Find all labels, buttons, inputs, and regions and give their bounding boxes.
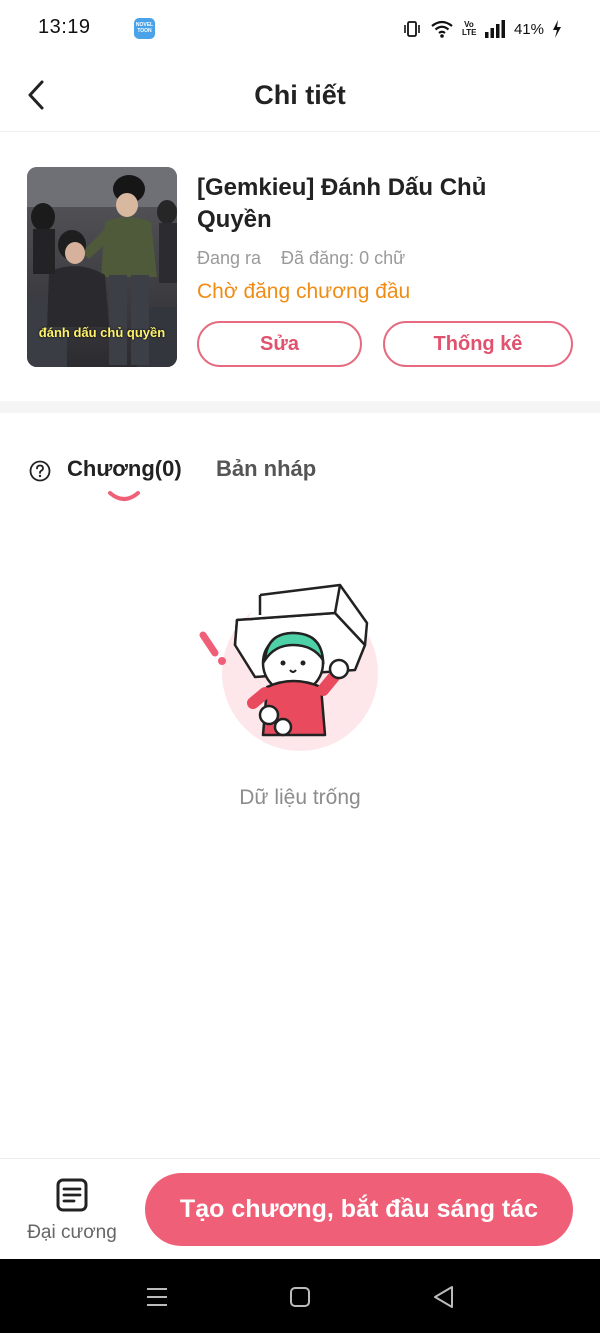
outline-button[interactable]: Đại cương xyxy=(20,1172,124,1252)
charging-icon xyxy=(553,20,561,38)
book-status: Đang ra xyxy=(197,248,262,268)
home-icon[interactable] xyxy=(286,1283,314,1311)
empty-box-illustration xyxy=(195,575,395,755)
battery-percent: 41% xyxy=(513,20,544,38)
page-title: Chi tiết xyxy=(254,80,346,110)
book-meta: Đang ra Đã đăng: 0 chữ xyxy=(197,248,405,269)
bottom-divider xyxy=(0,1158,600,1159)
status-time: 13:19 xyxy=(38,16,91,38)
vibrate-icon xyxy=(404,21,420,37)
document-icon xyxy=(56,1178,88,1212)
tab-chapters[interactable]: Chương(0) xyxy=(67,456,182,482)
back-triangle-icon[interactable] xyxy=(430,1283,458,1311)
outline-label: Đại cương xyxy=(27,1222,117,1243)
edit-button[interactable]: Sửa xyxy=(197,321,362,367)
status-icons: Vo LTE 41% xyxy=(402,16,562,42)
question-circle-icon[interactable] xyxy=(29,460,51,482)
active-tab-indicator xyxy=(107,488,141,506)
cover-caption: đánh dấu chủ quyền xyxy=(38,325,166,340)
empty-state-text: Dữ liệu trống xyxy=(239,786,361,809)
create-chapter-button[interactable]: Tạo chương, bắt đầu sáng tác xyxy=(145,1173,573,1246)
menu-icon[interactable] xyxy=(143,1283,171,1311)
section-divider xyxy=(0,401,600,413)
book-cover[interactable]: đánh dấu chủ quyền xyxy=(27,167,177,367)
volte-indicator: Vo LTE xyxy=(461,20,477,37)
novel-toon-app-icon: NOVEL TOON xyxy=(134,18,155,39)
stats-button[interactable]: Thống kê xyxy=(383,321,573,367)
signal-icon xyxy=(484,20,505,38)
header-divider xyxy=(0,131,600,132)
system-navigation-bar xyxy=(0,1259,600,1333)
word-count: Đã đăng: 0 chữ xyxy=(281,248,406,268)
pending-status: Chờ đăng chương đầu xyxy=(197,280,411,303)
wifi-icon xyxy=(431,20,453,38)
tab-drafts[interactable]: Bản nháp xyxy=(216,456,316,482)
book-title: [Gemkieu] Đánh Dấu Chủ Quyền xyxy=(197,174,487,233)
